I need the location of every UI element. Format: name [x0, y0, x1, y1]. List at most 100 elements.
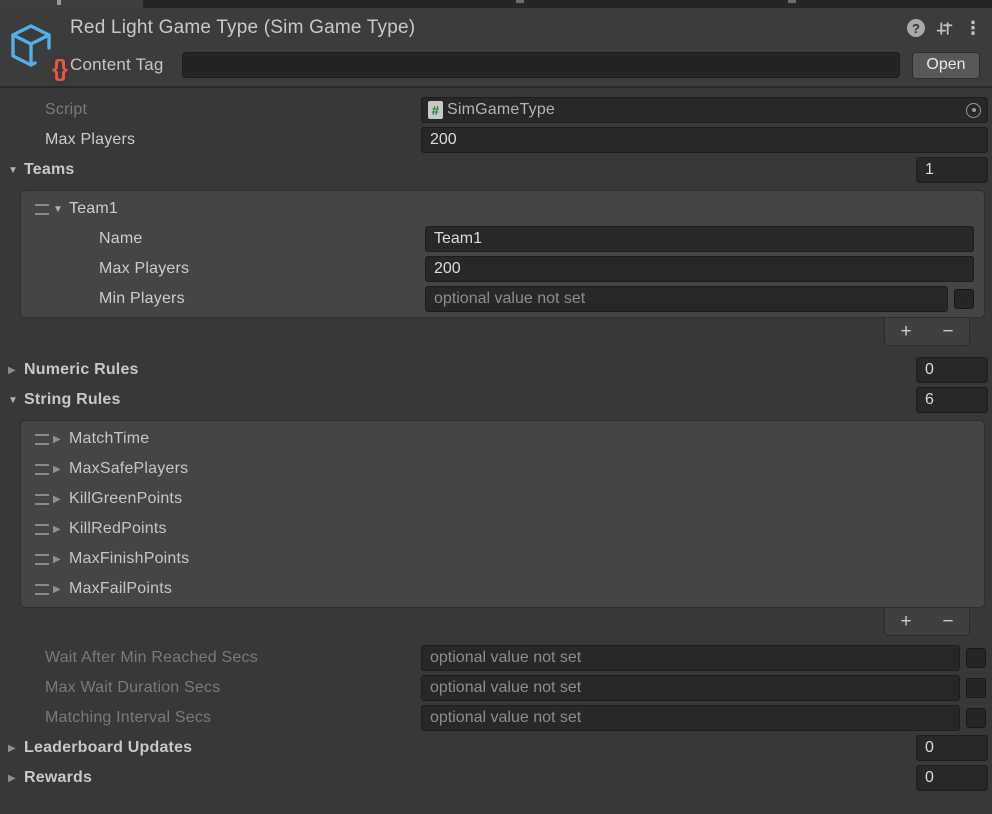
string-rule-item[interactable]: ▶ KillGreenPoints: [21, 484, 984, 514]
teams-count-input[interactable]: [916, 157, 988, 183]
team-name-row: Name: [21, 224, 984, 254]
foldout-closed-icon[interactable]: ▶: [53, 524, 69, 535]
foldout-closed-icon[interactable]: ▶: [53, 464, 69, 475]
team-min-players-input[interactable]: [425, 286, 948, 312]
foldout-closed-icon[interactable]: ▶: [53, 554, 69, 565]
clipped-tab-remnant: [0, 0, 143, 8]
drag-handle-icon[interactable]: [35, 524, 49, 535]
foldout-closed-icon[interactable]: ▶: [53, 434, 69, 445]
string-rule-item[interactable]: ▶ MatchTime: [21, 424, 984, 454]
rewards-foldout-row[interactable]: ▶ Rewards: [0, 763, 992, 793]
drag-handle-icon[interactable]: [35, 464, 49, 475]
drag-handle-icon[interactable]: [35, 204, 49, 215]
foldout-closed-icon[interactable]: ▶: [8, 365, 24, 376]
string-rule-name: KillRedPoints: [69, 520, 167, 538]
string-rule-name: KillGreenPoints: [69, 490, 182, 508]
content-tag-label: Content Tag: [70, 55, 182, 75]
teams-label: Teams: [24, 161, 75, 179]
leaderboard-updates-count-input[interactable]: [916, 735, 988, 761]
cube-icon: [8, 22, 56, 72]
team-min-players-row: Min Players: [21, 284, 984, 314]
leaderboard-updates-foldout-row[interactable]: ▶ Leaderboard Updates: [0, 733, 992, 763]
string-rules-foldout-row[interactable]: ▼ String Rules: [0, 385, 992, 415]
string-rules-count-input[interactable]: [916, 387, 988, 413]
drag-handle-icon[interactable]: [35, 494, 49, 505]
team-title: Team1: [69, 200, 118, 218]
team-name-input[interactable]: [425, 226, 974, 252]
foldout-closed-icon[interactable]: ▶: [53, 494, 69, 505]
team-max-players-row: Max Players: [21, 254, 984, 284]
max-players-row: Max Players: [0, 125, 992, 155]
team-max-players-input[interactable]: [425, 256, 974, 282]
max-wait-duration-label: Max Wait Duration Secs: [45, 679, 421, 697]
add-item-button[interactable]: +: [894, 322, 917, 341]
string-rule-name: MaxFailPoints: [69, 580, 172, 598]
team-name-label: Name: [99, 230, 425, 248]
optional-enable-checkbox[interactable]: [954, 289, 974, 309]
teams-list-panel: ▼ Team1 Name Max Players Min Players: [20, 190, 985, 318]
string-rule-item[interactable]: ▶ KillRedPoints: [21, 514, 984, 544]
remove-item-button[interactable]: −: [936, 322, 959, 341]
clipped-glyph: [516, 0, 524, 3]
drag-handle-icon[interactable]: [35, 584, 49, 595]
rewards-count-input[interactable]: [916, 765, 988, 791]
string-rules-list-footer: + −: [884, 608, 970, 636]
foldout-closed-icon[interactable]: ▶: [8, 773, 24, 784]
script-row: Script # SimGameType: [0, 95, 992, 125]
object-picker-icon[interactable]: [966, 103, 981, 118]
optional-enable-checkbox[interactable]: [966, 708, 986, 728]
add-item-button[interactable]: +: [894, 612, 917, 631]
string-rule-item[interactable]: ▶ MaxFinishPoints: [21, 544, 984, 574]
foldout-closed-icon[interactable]: ▶: [8, 743, 24, 754]
team-item-header[interactable]: ▼ Team1: [21, 194, 984, 224]
kebab-menu-icon[interactable]: ⋮: [964, 19, 982, 37]
presets-icon[interactable]: [936, 20, 953, 37]
string-rule-name: MatchTime: [69, 430, 149, 448]
team-min-players-label: Min Players: [99, 290, 425, 308]
max-wait-duration-input[interactable]: [421, 675, 960, 701]
matching-interval-row: Matching Interval Secs: [0, 703, 992, 733]
drag-handle-icon[interactable]: [35, 434, 49, 445]
header-main: Red Light Game Type (Sim Game Type) ?: [70, 8, 984, 86]
max-wait-duration-row: Max Wait Duration Secs: [0, 673, 992, 703]
open-button[interactable]: Open: [912, 52, 980, 79]
content-tag-input[interactable]: [182, 52, 900, 78]
script-label: Script: [45, 101, 421, 119]
csharp-script-icon: #: [428, 101, 443, 119]
wait-after-min-reached-row: Wait After Min Reached Secs: [0, 643, 992, 673]
remove-item-button[interactable]: −: [936, 612, 959, 631]
numeric-rules-foldout-row[interactable]: ▶ Numeric Rules: [0, 355, 992, 385]
numeric-rules-label: Numeric Rules: [24, 361, 139, 379]
string-rules-list-panel: ▶ MatchTime ▶ MaxSafePlayers ▶ KillGreen…: [20, 420, 985, 608]
teams-foldout-row[interactable]: ▼ Teams: [0, 155, 992, 185]
matching-interval-input[interactable]: [421, 705, 960, 731]
unity-inspector-window: {} Red Light Game Type (Sim Game Type) ?: [0, 0, 992, 814]
script-object-field[interactable]: # SimGameType: [421, 97, 988, 123]
optional-enable-checkbox[interactable]: [966, 648, 986, 668]
team-max-players-label: Max Players: [99, 260, 425, 278]
foldout-open-icon[interactable]: ▼: [53, 204, 69, 215]
max-players-label: Max Players: [45, 131, 421, 149]
string-rules-label: String Rules: [24, 391, 121, 409]
foldout-closed-icon[interactable]: ▶: [53, 584, 69, 595]
string-rule-item[interactable]: ▶ MaxFailPoints: [21, 574, 984, 604]
optional-enable-checkbox[interactable]: [966, 678, 986, 698]
wait-after-min-reached-label: Wait After Min Reached Secs: [45, 649, 421, 667]
rewards-label: Rewards: [24, 769, 92, 787]
help-icon[interactable]: ?: [907, 19, 925, 37]
drag-handle-icon[interactable]: [35, 554, 49, 565]
matching-interval-label: Matching Interval Secs: [45, 709, 421, 727]
component-title: Red Light Game Type (Sim Game Type): [70, 17, 415, 39]
component-header: {} Red Light Game Type (Sim Game Type) ?: [0, 8, 992, 88]
script-asset-icon: {}: [8, 20, 64, 82]
string-rule-name: MaxFinishPoints: [69, 550, 189, 568]
wait-after-min-reached-input[interactable]: [421, 645, 960, 671]
foldout-open-icon[interactable]: ▼: [8, 395, 24, 406]
clipped-row-above: [0, 0, 992, 8]
foldout-open-icon[interactable]: ▼: [8, 165, 24, 176]
string-rule-item[interactable]: ▶ MaxSafePlayers: [21, 454, 984, 484]
max-players-input[interactable]: [421, 127, 988, 153]
clipped-glyph: [788, 0, 796, 3]
script-object-name: SimGameType: [447, 101, 555, 119]
numeric-rules-count-input[interactable]: [916, 357, 988, 383]
